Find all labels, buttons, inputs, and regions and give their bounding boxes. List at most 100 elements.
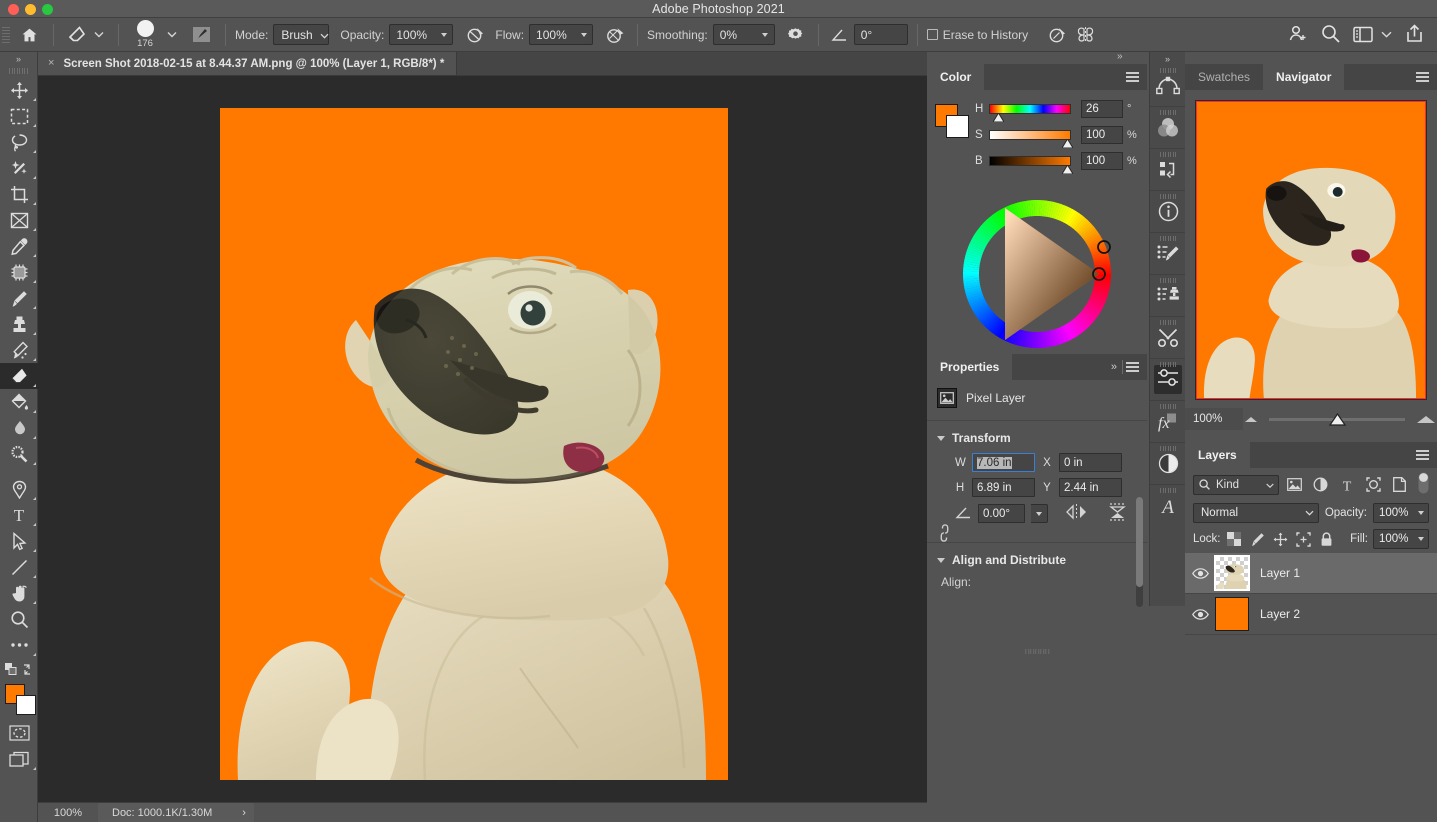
paths-panel-icon[interactable] <box>1150 65 1186 107</box>
toolbar-grip[interactable] <box>0 65 37 77</box>
gradient-tool[interactable] <box>0 389 38 415</box>
layer-fill-input[interactable]: 100% <box>1373 529 1413 549</box>
filter-smart-object-icon[interactable] <box>1389 475 1410 495</box>
properties-panel-resize-handle[interactable] <box>1025 649 1049 654</box>
move-tool[interactable] <box>0 77 38 103</box>
pressure-opacity-icon[interactable] <box>462 23 489 46</box>
edit-toolbar-tool[interactable] <box>0 632 38 658</box>
layer-thumbnail[interactable] <box>1215 597 1249 631</box>
eyedropper-tool[interactable] <box>0 233 38 259</box>
angle-icon[interactable] <box>827 23 852 46</box>
clone-source-panel-icon[interactable] <box>1150 275 1186 317</box>
eraser-icon[interactable] <box>63 23 89 46</box>
clone-stamp-tool[interactable] <box>0 311 38 337</box>
lock-transparent-pixels-icon[interactable] <box>1226 530 1244 549</box>
filter-toggle-icon[interactable] <box>1418 472 1429 497</box>
pressure-size-icon[interactable] <box>1043 23 1072 46</box>
layer-visibility-toggle[interactable] <box>1185 567 1215 579</box>
airbrush-icon[interactable] <box>602 23 629 46</box>
layer-row-layer-1[interactable]: Layer 1 <box>1185 553 1437 594</box>
filter-shape-icon[interactable] <box>1362 475 1383 495</box>
hue-input[interactable]: 26 <box>1081 100 1123 118</box>
brush-size-preview[interactable]: 176 <box>128 20 162 49</box>
canvas-area[interactable] <box>38 76 927 802</box>
blend-mode-select[interactable]: Brush <box>273 24 330 45</box>
layer-name[interactable]: Layer 2 <box>1260 607 1300 621</box>
screen-mode-icon[interactable] <box>0 746 38 772</box>
opacity-input[interactable]: 100% <box>389 24 436 45</box>
minimize-window-button[interactable] <box>25 3 36 15</box>
filter-type-icon[interactable]: T <box>1336 475 1357 495</box>
brush-angle-input[interactable]: 0° <box>853 24 908 45</box>
document-tab[interactable]: × Screen Shot 2018-02-15 at 8.44.37 AM.p… <box>38 52 458 75</box>
gear-icon[interactable] <box>782 23 809 46</box>
x-input[interactable]: 0 in <box>1059 453 1122 472</box>
layer-name[interactable]: Layer 1 <box>1260 566 1300 580</box>
flow-input[interactable]: 100% <box>529 24 576 45</box>
layer-opacity-input[interactable]: 100% <box>1373 503 1413 523</box>
crop-tool[interactable] <box>0 181 38 207</box>
brightness-input[interactable]: 100 <box>1081 152 1123 170</box>
chevron-down-icon[interactable] <box>937 557 945 563</box>
line-shape-tool[interactable] <box>0 554 38 580</box>
panel-menu-icon[interactable] <box>1126 354 1139 380</box>
tab-properties[interactable]: Properties <box>927 354 1013 380</box>
rail-collapse-icon[interactable]: » <box>1150 52 1185 65</box>
navigator-zoom-value[interactable]: 100% <box>1185 408 1243 430</box>
rectangular-marquee-tool[interactable] <box>0 103 38 129</box>
height-input[interactable]: 6.89 in <box>972 478 1035 497</box>
layer-thumbnail[interactable] <box>1214 555 1250 591</box>
status-doc-info[interactable]: Doc: 1000.1K/1.30M › <box>98 802 254 822</box>
hue-slider-knob[interactable] <box>993 113 1004 122</box>
brightness-slider-knob[interactable] <box>1062 165 1073 174</box>
search-icon[interactable] <box>1321 24 1340 46</box>
tab-layers[interactable]: Layers <box>1185 442 1250 468</box>
eraser-preset-chevron-down-icon[interactable] <box>89 23 109 46</box>
dodge-tool[interactable] <box>0 441 38 467</box>
chevron-down-icon[interactable] <box>937 435 945 441</box>
filter-adjustment-icon[interactable] <box>1310 475 1331 495</box>
tool-presets-panel-icon[interactable] <box>1150 317 1186 359</box>
close-icon[interactable]: × <box>48 58 54 69</box>
options-bar-grip[interactable] <box>2 22 12 48</box>
background-color-swatch[interactable] <box>16 695 36 715</box>
brush-tool[interactable] <box>0 285 38 311</box>
brush-panel-icon[interactable] <box>186 23 216 46</box>
adjustments-panel-icon[interactable] <box>1150 359 1186 401</box>
filter-pixel-icon[interactable] <box>1284 475 1305 495</box>
artboard[interactable] <box>220 108 728 780</box>
lock-position-icon[interactable] <box>1271 530 1289 549</box>
brush-settings-panel-icon[interactable] <box>1150 233 1186 275</box>
blur-tool[interactable] <box>0 415 38 441</box>
width-input[interactable]: 7.06 in <box>972 453 1035 472</box>
properties-scrollbar[interactable] <box>1136 497 1143 607</box>
gradients-panel-icon[interactable] <box>1150 443 1186 485</box>
workspace-switcher[interactable] <box>1353 26 1392 43</box>
navigator-zoom-knob[interactable] <box>1329 412 1346 426</box>
smoothing-input[interactable]: 0% <box>712 24 757 45</box>
opacity-chevron-down-icon[interactable] <box>435 24 454 45</box>
hand-tool[interactable] <box>0 580 38 606</box>
fill-chevron-down-icon[interactable] <box>1413 529 1429 549</box>
path-selection-tool[interactable] <box>0 528 38 554</box>
lock-image-pixels-icon[interactable] <box>1248 530 1266 549</box>
object-selection-tool[interactable] <box>0 155 38 181</box>
color-panel-swatches[interactable] <box>935 104 969 138</box>
tab-swatches[interactable]: Swatches <box>1185 64 1263 90</box>
large-mountain-icon[interactable] <box>1417 415 1435 423</box>
history-panel-icon[interactable] <box>1150 149 1186 191</box>
checkbox-box[interactable] <box>926 29 938 40</box>
angle-input[interactable]: 0.00° <box>978 504 1025 523</box>
smoothing-chevron-down-icon[interactable] <box>756 24 775 45</box>
lock-all-icon[interactable] <box>1317 530 1335 549</box>
background-color-swatch[interactable] <box>946 115 969 138</box>
channels-panel-icon[interactable] <box>1150 107 1186 149</box>
y-input[interactable]: 2.44 in <box>1059 478 1122 497</box>
layer-row-layer-2[interactable]: Layer 2 <box>1185 594 1437 635</box>
default-colors-and-swap[interactable] <box>0 658 38 680</box>
spot-healing-brush-tool[interactable] <box>0 259 38 285</box>
styles-fx-panel-icon[interactable]: fx <box>1150 401 1186 443</box>
blend-mode-select[interactable]: Normal <box>1193 503 1319 523</box>
foreground-background-colors[interactable] <box>0 680 38 720</box>
flip-vertical-icon[interactable] <box>1107 503 1128 524</box>
